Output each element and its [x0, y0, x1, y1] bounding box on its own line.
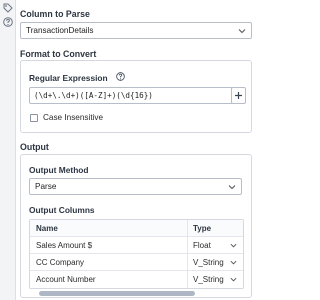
output-panel: Output Method Parse Output Columns Name … — [20, 154, 252, 298]
column-name-cell[interactable]: Sales Amount $ — [36, 237, 92, 254]
output-method-value: Parse — [35, 182, 57, 191]
output-method-select[interactable]: Parse — [29, 178, 242, 195]
output-columns-label: Output Columns — [29, 205, 95, 215]
help-icon[interactable] — [3, 17, 13, 27]
column-type-cell[interactable]: V_String — [193, 254, 224, 271]
chevron-down-icon[interactable] — [230, 259, 237, 266]
table-row[interactable]: CC Company V_String — [30, 254, 243, 271]
header-name: Name — [36, 224, 58, 233]
column-to-parse-value: TransactionDetails — [26, 26, 94, 35]
case-insensitive-checkbox[interactable] — [30, 114, 38, 122]
column-type-cell[interactable]: Float — [193, 237, 211, 254]
regex-label: Regular Expression — [29, 73, 108, 83]
chevron-down-icon[interactable] — [230, 242, 237, 249]
chevron-down-icon — [228, 183, 236, 191]
regex-help-icon[interactable] — [116, 72, 125, 81]
column-name-cell[interactable]: Account Number — [36, 271, 96, 288]
header-type: Type — [193, 224, 212, 233]
table-row[interactable]: Account Number V_String — [30, 271, 243, 288]
chevron-down-icon[interactable] — [230, 276, 237, 283]
column-to-parse-select[interactable]: TransactionDetails — [20, 22, 252, 39]
add-expression-button[interactable] — [231, 87, 246, 104]
column-type-cell[interactable]: V_String — [193, 271, 224, 288]
column-name-cell[interactable]: CC Company — [36, 254, 84, 271]
format-to-convert-label: Format to Convert — [20, 49, 97, 59]
tag-icon[interactable] — [3, 3, 13, 13]
column-to-parse-label: Column to Parse — [20, 9, 90, 19]
table-row[interactable]: Sales Amount $ Float — [30, 237, 243, 254]
regex-input[interactable]: (\d+\.\d+)([A-Z]+)(\d{16}) — [29, 87, 242, 104]
output-columns-table: Name Type Sales Amount $ Float CC Compan… — [29, 219, 244, 289]
regex-value: (\d+\.\d+)([A-Z]+)(\d{16}) — [34, 91, 153, 100]
table-header-row: Name Type — [30, 220, 243, 237]
configuration-panel: Column to Parse TransactionDetails Forma… — [16, 0, 266, 300]
chevron-down-icon — [238, 27, 246, 35]
case-insensitive-label: Case Insensitive — [43, 113, 104, 122]
horizontal-scrollbar[interactable] — [39, 291, 195, 296]
left-tool-rail — [0, 0, 16, 300]
format-to-convert-panel: Regular Expression (\d+\.\d+)([A-Z]+)(\d… — [20, 60, 252, 133]
output-method-label: Output Method — [29, 165, 89, 175]
plus-icon — [235, 92, 242, 99]
output-label: Output — [20, 142, 49, 152]
